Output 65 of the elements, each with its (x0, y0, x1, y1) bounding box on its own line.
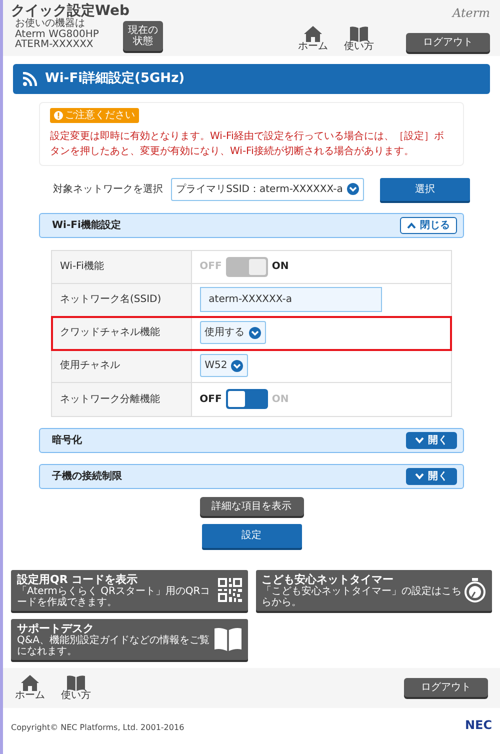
logout-button[interactable]: ログアウト (406, 33, 490, 52)
tile-title: サポートデスク (17, 622, 94, 635)
nec-logo: NEC (464, 716, 492, 734)
wifi-icon (23, 72, 37, 86)
section-title: Wi-Fi機能設定 (52, 218, 121, 232)
row-label: ネットワーク名(SSID) (52, 284, 192, 316)
tile-description: Q&A、機能別設定ガイドなどの情報をご覧になれます。 (17, 634, 211, 657)
details-button[interactable]: 詳細な項目を表示 (200, 496, 304, 516)
chevron-down-icon (248, 326, 261, 338)
off-label: OFF (200, 392, 222, 406)
tile-description: 「Atermらくらく QRスタート」用のQRコードを作成できます。 (17, 586, 212, 608)
device-info: お使いの機器は (15, 19, 86, 30)
off-label: OFF (200, 260, 222, 274)
tile-title: 設定用QR コードを表示 (17, 572, 139, 586)
device-info: ATERM-XXXXXX (15, 40, 94, 51)
stopwatch-icon (464, 578, 486, 603)
network-label: 対象ネットワークを選択 (53, 182, 164, 196)
nav-link[interactable]: ホーム (15, 674, 45, 701)
copyright-text: Copyright© NEC Platforms, Ltd. 2001-2016 (11, 722, 184, 734)
section-toggle-button[interactable]: 開く (406, 432, 457, 448)
submit-button[interactable]: 設定 (202, 524, 302, 548)
row-label: クワッドチャネル機能 (52, 316, 192, 348)
exclamation-icon (54, 110, 63, 120)
dropdown[interactable]: W52 (200, 354, 248, 377)
logout-button[interactable]: ログアウト (404, 678, 488, 698)
book-icon (214, 627, 242, 652)
ssid-field[interactable]: aterm-XXXXXX-a (200, 287, 382, 312)
home-icon (21, 674, 39, 691)
chevron-down-icon (346, 183, 359, 195)
chevron-up-icon (407, 222, 416, 228)
section-toggle-button[interactable]: 開く (406, 468, 457, 484)
section-title: 暗号化 (52, 433, 82, 448)
caution-badge: ご注意ください (50, 108, 139, 122)
dropdown[interactable]: 使用する (200, 321, 266, 344)
brand-logo: Aterm (452, 5, 490, 22)
network-select[interactable]: プライマリSSID：aterm-XXXXXX-a (171, 178, 364, 200)
shortcut-tile[interactable]: こども安心ネットタイマー 「こども安心ネットタイマー」の設定はこちらから。 (256, 570, 492, 611)
on-label: ON (272, 392, 289, 406)
shortcut-tile[interactable]: サポートデスク Q&A、機能別設定ガイドなどの情報をご覧になれます。 (11, 618, 248, 660)
book-icon (350, 26, 368, 42)
row-label: Wi-Fi機能 (52, 250, 192, 282)
book-icon (67, 674, 85, 691)
toggle-switch[interactable] (226, 389, 268, 409)
row-label: 使用チャネル (52, 350, 192, 382)
row-label: ネットワーク分離機能 (52, 382, 192, 416)
nav-link[interactable]: ホーム (298, 26, 328, 52)
select-button[interactable]: 選択 (380, 178, 470, 200)
tile-title: こども安心ネットタイマー (262, 572, 394, 586)
app-title: クイック設定Web (11, 4, 130, 19)
nav-link[interactable]: 使い方 (61, 674, 91, 701)
shortcut-tile[interactable]: 設定用QR コードを表示 「Atermらくらく QRスタート」用のQRコードを作成できます。 (11, 570, 248, 611)
chevron-down-icon (415, 472, 424, 480)
chevron-down-icon (415, 436, 424, 444)
nav-link[interactable]: 使い方 (344, 26, 374, 52)
page-title: Wi-Fi詳細設定(5GHz) (45, 70, 185, 88)
section-title: 子機の接続制限 (52, 470, 122, 484)
status-button[interactable]: 現在の状態 (122, 20, 163, 51)
device-info: Aterm WG800HP (15, 30, 99, 40)
qr-code-icon (218, 578, 242, 602)
notice-text: 設定変更は即時に有効となります。Wi-Fi経由で設定を行っている場合には、［設定］ボタンを押したあと、変更が有効になり、Wi-Fi接続が切断される場合があります。 (50, 130, 445, 159)
on-label: ON (272, 260, 289, 274)
tile-description: 「こども安心ネットタイマー」の設定はこちらから。 (262, 586, 462, 608)
section-toggle-button[interactable]: 閉じる (400, 216, 457, 234)
home-icon (304, 26, 322, 42)
chevron-down-icon (231, 360, 244, 372)
